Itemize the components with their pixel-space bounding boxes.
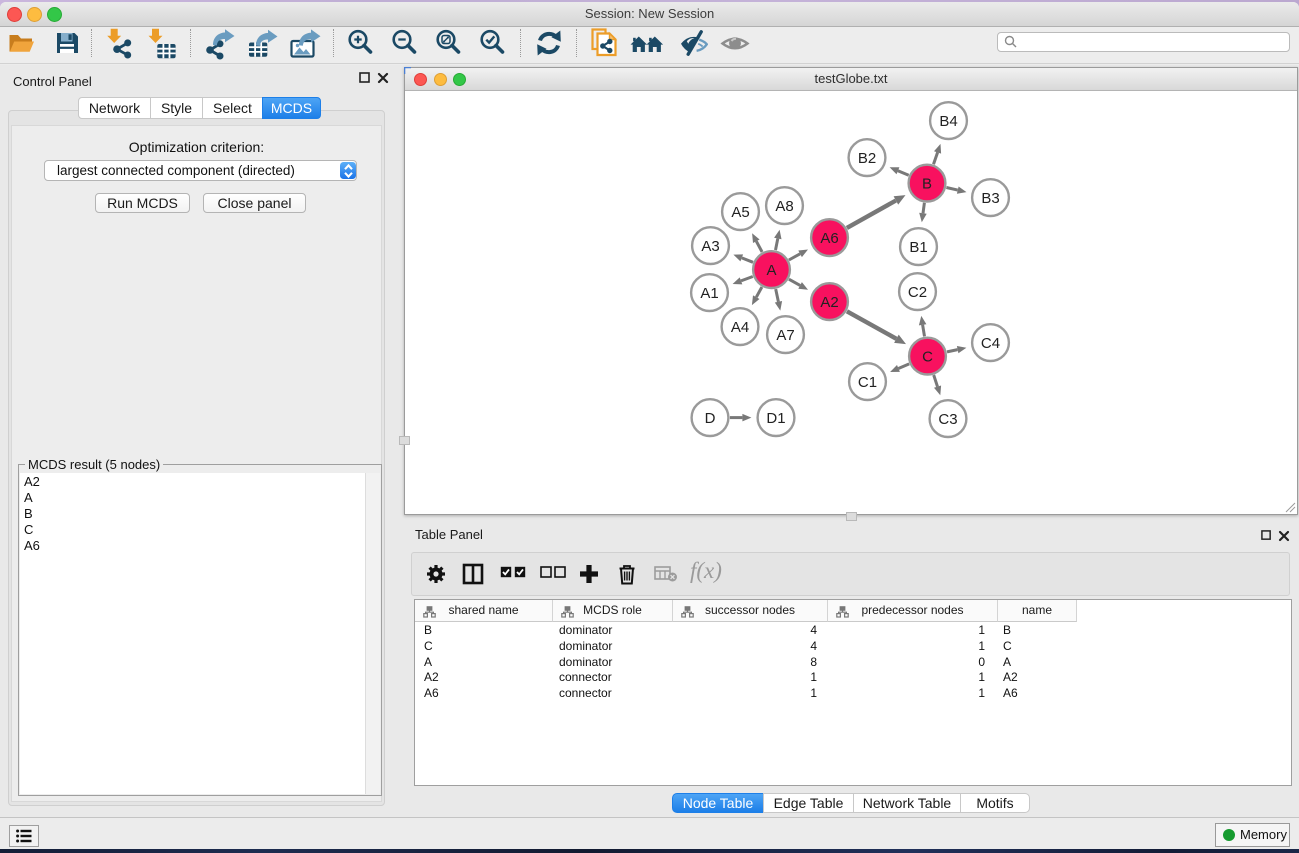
- svg-text:D1: D1: [766, 410, 785, 427]
- svg-text:C: C: [922, 348, 933, 365]
- svg-text:B2: B2: [858, 150, 876, 167]
- svg-text:D: D: [705, 410, 716, 427]
- svg-text:B1: B1: [909, 239, 927, 256]
- svg-text:B3: B3: [981, 190, 999, 207]
- svg-text:B: B: [922, 175, 932, 192]
- svg-text:A5: A5: [731, 204, 749, 221]
- svg-text:B4: B4: [939, 113, 957, 130]
- svg-text:A8: A8: [775, 198, 793, 215]
- svg-text:C2: C2: [908, 284, 927, 301]
- svg-text:A7: A7: [776, 327, 794, 344]
- svg-text:A2: A2: [820, 294, 838, 311]
- svg-text:A6: A6: [820, 230, 838, 247]
- svg-text:C4: C4: [981, 335, 1000, 352]
- svg-text:A4: A4: [731, 319, 749, 336]
- svg-text:A1: A1: [700, 285, 718, 302]
- svg-text:A: A: [766, 262, 776, 279]
- svg-text:C1: C1: [858, 374, 877, 391]
- svg-text:A3: A3: [701, 238, 719, 255]
- svg-text:C3: C3: [938, 411, 957, 428]
